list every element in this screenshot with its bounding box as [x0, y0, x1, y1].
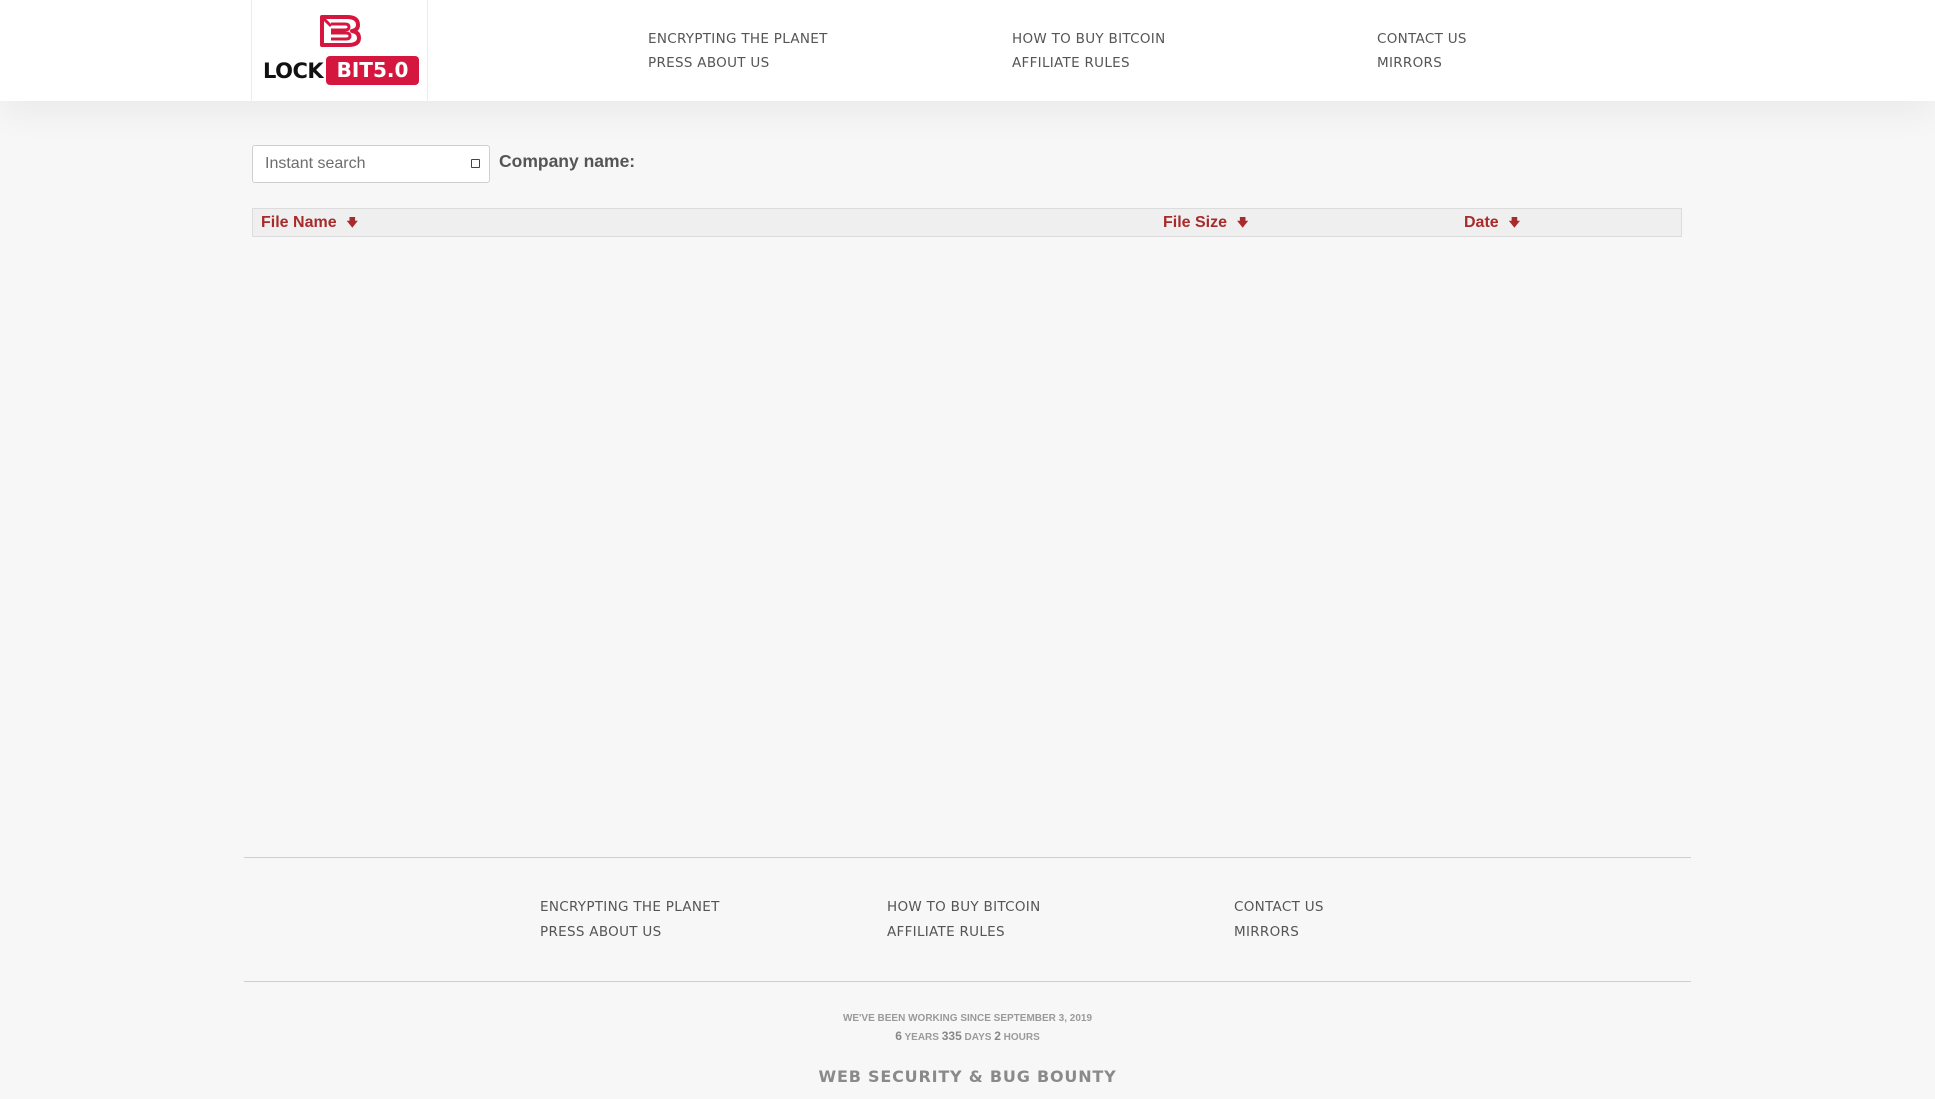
nav-press-about-us[interactable]: PRESS ABOUT US: [648, 55, 769, 71]
sort-arrow-down-icon: 🡇: [1237, 217, 1249, 229]
column-file-name[interactable]: File Name 🡇: [261, 214, 358, 233]
footer-contact-us[interactable]: CONTACT US: [1234, 899, 1324, 915]
footer-press-about-us[interactable]: PRESS ABOUT US: [540, 924, 661, 940]
column-date[interactable]: Date 🡇: [1464, 214, 1520, 233]
working-since-text: WE'VE BEEN WORKING SINCE SEPTEMBER 3, 20…: [842, 1013, 1093, 1024]
bug-bounty-heading[interactable]: WEB SECURITY & BUG BOUNTY: [0, 1067, 1935, 1086]
footer-mirrors[interactable]: MIRRORS: [1234, 924, 1299, 940]
nav-affiliate-rules[interactable]: AFFILIATE RULES: [1012, 55, 1130, 71]
instant-search-input[interactable]: [253, 146, 473, 182]
nav-encrypting-the-planet[interactable]: ENCRYPTING THE PLANET: [648, 31, 828, 47]
site-header: LOCK BIT5.0 ENCRYPTING THE PLANET PRESS …: [0, 0, 1935, 101]
nav-how-to-buy-bitcoin[interactable]: HOW TO BUY BITCOIN: [1012, 31, 1166, 47]
site-logo[interactable]: LOCK BIT5.0: [251, 0, 428, 101]
column-file-size[interactable]: File Size 🡇: [1163, 214, 1248, 233]
instant-search-box: [252, 145, 490, 183]
footer-how-to-buy-bitcoin[interactable]: HOW TO BUY BITCOIN: [887, 899, 1041, 915]
nav-mirrors[interactable]: MIRRORS: [1377, 55, 1442, 71]
lockbit-b-logo-icon: [320, 15, 361, 47]
footer-affiliate-rules[interactable]: AFFILIATE RULES: [887, 924, 1005, 940]
sort-arrow-down-icon: 🡇: [346, 217, 358, 229]
sort-arrow-down-icon: 🡇: [1508, 217, 1520, 229]
footer-divider-bottom: [244, 981, 1691, 982]
logo-bit-badge: BIT5.0: [326, 56, 419, 85]
company-name-label: Company name:: [499, 151, 636, 171]
clear-search-icon[interactable]: [471, 159, 480, 168]
footer-encrypting-the-planet[interactable]: ENCRYPTING THE PLANET: [540, 899, 720, 915]
nav-contact-us[interactable]: CONTACT US: [1377, 31, 1467, 47]
footer-divider-top: [244, 857, 1691, 858]
logo-lock-text: LOCK: [263, 59, 324, 83]
uptime-counter: 6 YEARS 335 DAYS 2 HOURS: [895, 1029, 1040, 1043]
file-table-header: File Name 🡇 File Size 🡇 Date 🡇: [252, 208, 1682, 237]
